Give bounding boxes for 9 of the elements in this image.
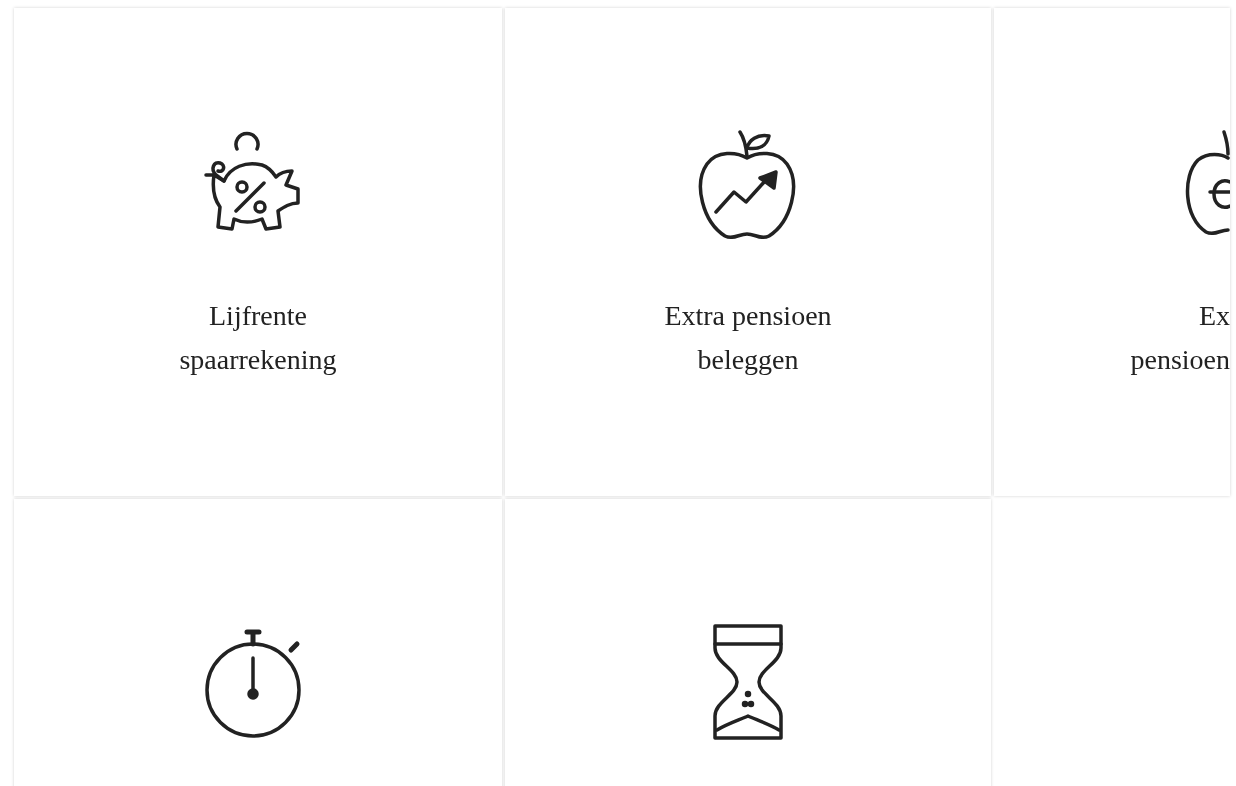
card-title: Ex <box>1198 299 1230 333</box>
card-background[interactable]: Extra pensioen beleggen <box>505 8 991 496</box>
card-title: beleggen <box>697 343 799 377</box>
card-background[interactable]: Lijfrente spaarrekening <box>14 8 502 496</box>
card-title: Extra pensioen <box>664 299 832 333</box>
card-title: Lijfrente <box>209 299 307 333</box>
card-title: spaarrekening <box>179 343 337 377</box>
card-title: pensioen <box>1130 343 1230 377</box>
card-background[interactable]: Ex pensioen <box>994 8 1230 496</box>
